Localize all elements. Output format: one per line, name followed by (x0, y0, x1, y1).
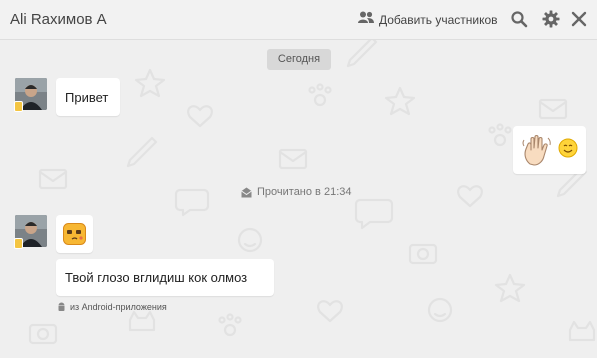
add-members-button[interactable]: Добавить участников (358, 11, 498, 29)
message-bubble[interactable]: Привет (56, 78, 120, 116)
message-bubble[interactable]: Твой глозо вглидиш кок олмоз (56, 259, 274, 296)
mobile-status-icon (14, 101, 23, 112)
android-icon (58, 302, 65, 311)
add-members-icon (358, 11, 374, 29)
message-source-text: из Android-приложения (70, 302, 167, 312)
mobile-status-icon (14, 238, 23, 249)
settings-icon[interactable] (542, 10, 560, 28)
read-status-text: Прочитано в 21:34 (257, 186, 352, 198)
read-envelope-icon (241, 187, 252, 197)
chat-title: Ali Raxимов A (10, 11, 107, 28)
read-status: Прочитано в 21:34 (241, 186, 351, 198)
message-bubble[interactable] (513, 126, 586, 174)
message-bubble[interactable] (56, 215, 93, 253)
search-icon[interactable] (510, 10, 528, 28)
blushing-face-sticker (63, 223, 86, 245)
chat-header: Ali Raxимов A Добавить участников (0, 0, 597, 40)
chat-area: Сегодня Привет Прочитано в 21:34 Твой гл… (0, 40, 597, 358)
message-text: Твой глозо вглидиш кок олмоз (65, 270, 248, 285)
waving-hand-sticker (522, 134, 551, 166)
add-members-label: Добавить участников (379, 13, 498, 27)
date-badge: Сегодня (267, 49, 331, 70)
smiley-sticker (558, 138, 578, 158)
message-text: Привет (65, 90, 109, 105)
close-icon[interactable] (570, 10, 588, 28)
message-source: из Android-приложения (57, 302, 167, 312)
